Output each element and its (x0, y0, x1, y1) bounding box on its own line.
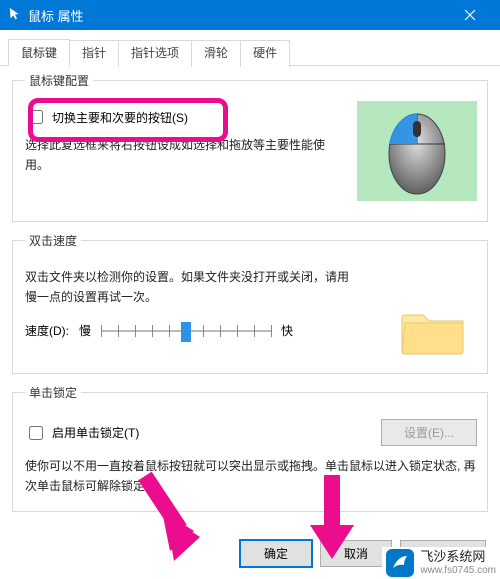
group-clicklock-legend: 单击锁定 (25, 384, 81, 401)
swap-buttons-description: 选择此复选框来将右按钮设成如选择和拖放等主要性能使用。 (25, 135, 325, 176)
tab-strip: 鼠标键 指针 指针选项 滑轮 硬件 (0, 32, 500, 66)
tab-hardware[interactable]: 硬件 (240, 40, 290, 67)
watermark-url: www.fs0745.com (420, 565, 496, 576)
tab-buttons[interactable]: 鼠标键 (8, 39, 70, 66)
folder-icon (399, 299, 469, 359)
watermark-logo-icon (386, 549, 414, 577)
clicklock-checkbox[interactable] (29, 426, 43, 440)
speed-slider[interactable] (101, 320, 271, 342)
slow-label: 慢 (79, 322, 91, 339)
clicklock-description: 使你可以不用一直按着鼠标按钮就可以突出显示或拖拽。单击鼠标以进入锁定状态, 再次… (25, 456, 477, 497)
group-clicklock: 单击锁定 启用单击锁定(T) 设置(E)... 使你可以不用一直按着鼠标按钮就可… (12, 384, 488, 512)
cancel-button[interactable]: 取消 (320, 540, 392, 567)
window-title: 鼠标 属性 (28, 6, 84, 25)
group-doubleclick-speed: 双击速度 双击文件夹以检测你的设置。如果文件夹没打开或关闭，请用慢一点的设置再试… (12, 232, 488, 374)
group-doubleclick-legend: 双击速度 (25, 232, 81, 249)
tab-pointer-opts[interactable]: 指针选项 (118, 40, 192, 67)
tab-content: 鼠标键配置 切换主要和次要的按钮(S) 选择此复选框来将右按钮设成如选择和拖放等… (0, 66, 500, 530)
tab-wheel[interactable]: 滑轮 (191, 40, 241, 67)
swap-buttons-checkbox[interactable] (29, 110, 43, 124)
fast-label: 快 (281, 322, 293, 339)
doubleclick-description: 双击文件夹以检测你的设置。如果文件夹没打开或关闭，请用慢一点的设置再试一次。 (25, 267, 355, 308)
group-button-config-legend: 鼠标键配置 (25, 72, 93, 89)
mouse-pointer-icon (8, 7, 22, 24)
window-titlebar: 鼠标 属性 (0, 0, 500, 30)
mouse-preview (357, 101, 477, 201)
clicklock-checkbox-label[interactable]: 启用单击锁定(T) (52, 424, 139, 441)
ok-button[interactable]: 确定 (240, 540, 312, 567)
close-button[interactable] (448, 0, 492, 30)
mouse-icon (382, 106, 452, 196)
swap-buttons-label[interactable]: 切换主要和次要的按钮(S) (52, 109, 188, 126)
speed-label: 速度(D): (25, 322, 69, 339)
watermark-name: 飞沙系统网 (420, 550, 496, 564)
clicklock-settings-button: 设置(E)... (381, 419, 477, 446)
close-icon (464, 9, 476, 21)
folder-test-area[interactable] (399, 299, 469, 359)
group-button-config: 鼠标键配置 切换主要和次要的按钮(S) 选择此复选框来将右按钮设成如选择和拖放等… (12, 72, 488, 222)
slider-thumb[interactable] (181, 322, 191, 342)
watermark: 飞沙系统网 www.fs0745.com (382, 547, 500, 579)
tab-pointers[interactable]: 指针 (69, 40, 119, 67)
